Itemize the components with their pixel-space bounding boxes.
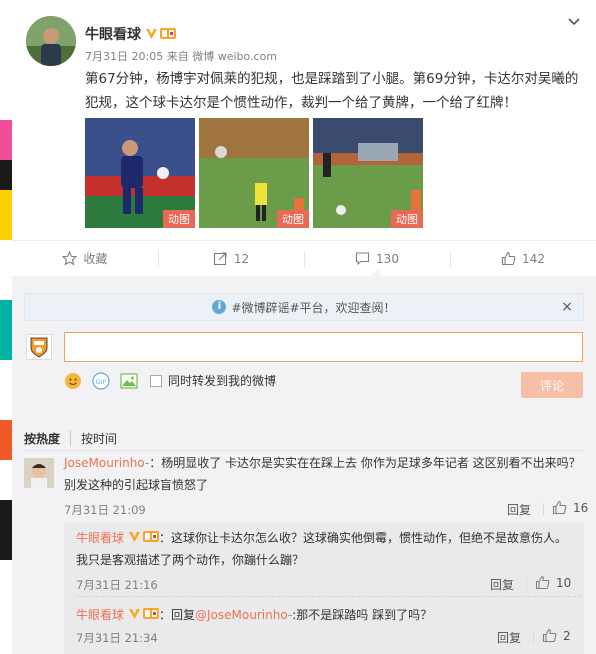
verified-badge-icon — [128, 528, 141, 542]
media-thumbnail[interactable]: 动图 — [85, 118, 195, 228]
sub-comment-time: 7月31日 21:34 — [76, 631, 158, 645]
comment-input[interactable] — [64, 332, 583, 362]
author-name-row: 牛眼看球 — [85, 24, 176, 44]
thumbs-up-icon — [542, 628, 557, 643]
comment-like-button[interactable]: 2 — [542, 628, 571, 643]
comment-toolbar: GIF — [64, 372, 138, 390]
comment-body: ：杨明显收了 卡达尔是实实在在踩上去 你作为足球多年记者 这区别看不出来吗？ — [149, 456, 581, 470]
media-thumbnail[interactable]: 动图 — [199, 118, 309, 228]
divider — [24, 450, 584, 451]
chevron-down-icon[interactable] — [566, 14, 582, 30]
svg-text:GIF: GIF — [96, 378, 107, 386]
comment-like-count: 2 — [563, 628, 571, 643]
checkbox[interactable] — [150, 374, 162, 387]
repost-button[interactable]: 12 — [158, 241, 304, 276]
repost-icon — [213, 252, 227, 266]
forward-checkbox[interactable]: 同时转发到我的微博 — [150, 372, 276, 389]
comment-count: 130 — [376, 251, 399, 266]
like-count: 142 — [522, 251, 545, 266]
sub-commenter-name[interactable]: 牛眼看球 — [76, 531, 124, 545]
sub-comment-body-line2: 我只是客观描述了两个动作，你蹦什么蹦？ — [76, 553, 305, 567]
verified-badge-icon — [145, 27, 158, 40]
sub-comment-text: 牛眼看球 ：回复@JoseMourinho-:那不是踩踏吗 踩到了吗？ — [76, 604, 581, 626]
sub-comment-body: ：回复 — [159, 608, 196, 622]
post-text: 第67分钟，杨博宇对佩莱的犯规，也是踩踏到了小腿。第69分钟，卡达尔对吴曦的犯规… — [85, 71, 579, 111]
post-meta: 7月31日 20:05 来自 微博 weibo.com — [85, 48, 277, 64]
weibo-post-card: 牛眼看球 7月31日 20:05 来自 微博 weibo.com 第67分钟，杨… — [12, 0, 596, 654]
gif-label: 动图 — [391, 210, 423, 228]
sub-comment-time: 7月31日 21:16 — [76, 578, 158, 592]
comment-like-button[interactable]: 16 — [552, 500, 588, 515]
divider — [543, 503, 544, 515]
post-action-bar: 收藏 12 130 142 — [12, 240, 596, 277]
commenter-name[interactable]: JoseMourinho- — [64, 456, 149, 470]
member-level-icon[interactable] — [143, 605, 160, 619]
sort-tabs: 按热度 按时间 — [24, 430, 127, 447]
comment-button[interactable]: 130 — [304, 241, 450, 277]
commenter-avatar[interactable] — [24, 458, 54, 488]
author-name[interactable]: 牛眼看球 — [85, 27, 141, 43]
notice-text: #微博辟谣#平台，欢迎查阅！ — [231, 300, 396, 315]
divider — [76, 596, 581, 597]
sub-comment-body: ：这球你让卡达尔怎么收？这球确实他倒霉，惯性动作，但绝不是故意伤人。 — [159, 531, 568, 545]
current-user-avatar[interactable] — [26, 334, 52, 360]
post-source[interactable]: 来自 微博 weibo.com — [167, 50, 277, 63]
favorite-button[interactable]: 收藏 — [12, 241, 158, 276]
info-icon: i — [212, 300, 227, 314]
verified-badge-icon — [128, 605, 141, 619]
tab-sort-hot[interactable]: 按热度 — [24, 430, 72, 447]
gif-label: 动图 — [163, 210, 195, 228]
member-level-icon[interactable] — [160, 27, 176, 40]
image-icon[interactable] — [120, 372, 138, 390]
reply-button[interactable]: 回复 — [507, 501, 531, 518]
comment-text: JoseMourinho-：杨明显收了 卡达尔是实实在在踩上去 你作为足球多年记… — [64, 452, 584, 496]
thumbs-up-icon — [535, 575, 550, 590]
sub-comment-text: 牛眼看球 ：这球你让卡达尔怎么收？这球确实他倒霉，惯性动作，但绝不是故意伤人。 我… — [76, 527, 581, 571]
thumbs-up-icon — [552, 500, 567, 515]
tab-sort-time[interactable]: 按时间 — [81, 430, 127, 447]
comment-like-count: 10 — [556, 575, 572, 590]
author-avatar[interactable] — [26, 16, 76, 66]
favorite-label: 收藏 — [83, 252, 108, 266]
comment-time: 7月31日 21:09 — [64, 503, 146, 517]
divider — [533, 631, 534, 643]
star-icon — [62, 251, 78, 266]
comment-like-count: 16 — [573, 500, 589, 515]
forward-label: 同时转发到我的微博 — [168, 374, 277, 388]
reply-button[interactable]: 回复 — [497, 629, 521, 646]
gif-icon[interactable]: GIF — [92, 372, 110, 390]
divider — [526, 578, 527, 590]
repost-count: 12 — [233, 251, 250, 266]
submit-comment-button[interactable]: 评论 — [521, 372, 583, 398]
comment-body-line2: 别发这种的引起球盲愤怒了 — [64, 478, 209, 492]
comment-like-button[interactable]: 10 — [535, 575, 571, 590]
reply-button[interactable]: 回复 — [490, 576, 514, 593]
post-time[interactable]: 7月31日 20:05 — [85, 50, 163, 63]
sub-comment-body-suffix: :那不是踩踏吗 踩到了吗？ — [292, 608, 433, 622]
member-level-icon[interactable] — [143, 528, 160, 542]
mention-link[interactable]: @JoseMourinho- — [195, 608, 292, 622]
emoji-icon[interactable] — [64, 372, 82, 390]
like-button[interactable]: 142 — [450, 241, 596, 276]
media-thumbnail[interactable]: 动图 — [313, 118, 423, 228]
gif-label: 动图 — [277, 210, 309, 228]
close-icon[interactable]: × — [561, 299, 573, 315]
comment-section: i #微博辟谣#平台，欢迎查阅！ × GIF 同时转发到我的微博 评论 按热度 … — [12, 276, 596, 654]
background-decoration — [0, 0, 12, 654]
sub-commenter-name[interactable]: 牛眼看球 — [76, 608, 124, 622]
rumor-notice-banner[interactable]: i #微博辟谣#平台，欢迎查阅！ × — [24, 293, 584, 321]
comment-icon — [355, 252, 370, 266]
thumbs-up-icon — [501, 251, 516, 266]
